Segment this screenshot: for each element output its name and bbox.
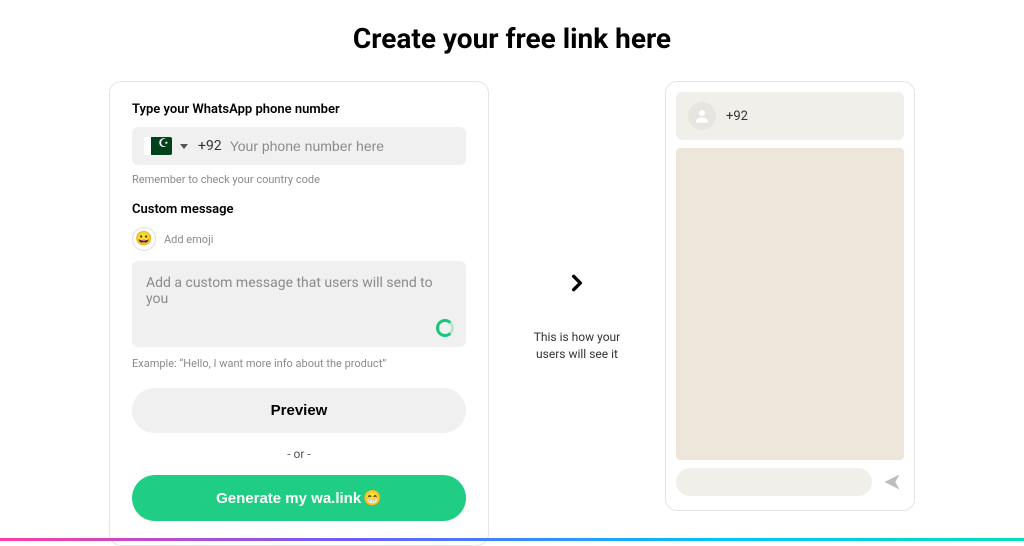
generate-button[interactable]: Generate my wa.link😁 — [132, 475, 466, 521]
chevron-down-icon[interactable] — [180, 144, 188, 149]
preview-button[interactable]: Preview — [132, 388, 466, 433]
add-emoji-label[interactable]: Add emoji — [164, 233, 213, 246]
phone-hint: Remember to check your country code — [132, 173, 466, 186]
chat-contact-name: +92 — [726, 109, 748, 124]
chat-footer — [676, 468, 904, 496]
dial-code: +92 — [198, 138, 222, 154]
or-divider: - or - — [132, 447, 466, 461]
emoji-row: 😀 Add emoji — [132, 227, 466, 251]
main-row: Type your WhatsApp phone number +92 Reme… — [0, 81, 1024, 546]
middle-column: This is how your users will see it — [517, 81, 637, 363]
preview-caption-line2: users will see it — [536, 347, 618, 361]
avatar-icon — [688, 102, 716, 130]
message-example: Example: “Hello, I want more info about … — [132, 357, 466, 370]
message-box — [132, 261, 466, 347]
preview-caption-line1: This is how your — [534, 330, 621, 344]
send-icon — [880, 470, 904, 494]
message-label: Custom message — [132, 202, 466, 217]
loading-spinner-icon — [436, 319, 454, 337]
emoji-icon[interactable]: 😀 — [132, 227, 156, 251]
chat-body — [676, 148, 904, 460]
form-card: Type your WhatsApp phone number +92 Reme… — [109, 81, 489, 546]
phone-input[interactable] — [230, 138, 454, 154]
chat-header: +92 — [676, 92, 904, 140]
preview-caption: This is how your users will see it — [517, 329, 637, 363]
phone-label: Type your WhatsApp phone number — [132, 102, 466, 117]
gradient-divider — [0, 538, 1024, 541]
phone-preview: +92 — [665, 81, 915, 511]
message-input[interactable] — [146, 275, 452, 307]
grin-emoji-icon: 😁 — [363, 490, 382, 507]
chevron-right-icon — [517, 271, 637, 299]
chat-input-placeholder — [676, 468, 872, 496]
page-title: Create your free link here — [0, 22, 1024, 55]
generate-button-label: Generate my wa.link — [216, 490, 361, 507]
phone-input-group: +92 — [132, 127, 466, 165]
pakistan-flag-icon[interactable] — [144, 137, 172, 155]
